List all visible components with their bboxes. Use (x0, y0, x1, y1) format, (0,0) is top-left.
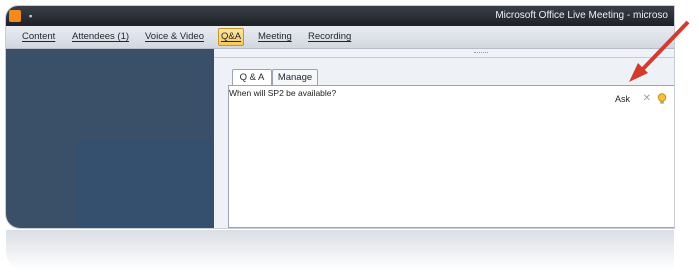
tab-manage[interactable]: Manage (272, 69, 318, 86)
question-input[interactable]: When will SP2 be available? (229, 88, 336, 98)
screenshot-scene: ▪ Microsoft Office Live Meeting - micros… (0, 0, 699, 279)
ask-button[interactable]: Ask (615, 94, 630, 104)
live-meeting-window: ▪ Microsoft Office Live Meeting - micros… (6, 6, 674, 228)
menu-item-attendees[interactable]: Attendees (1) (70, 29, 131, 45)
menu-item-voice-video[interactable]: Voice & Video (143, 29, 206, 45)
content-pane-shade (76, 139, 214, 228)
menu-item-qa[interactable]: Q&A (218, 28, 245, 46)
content-pane (6, 49, 214, 228)
pane-splitter-handle[interactable] (474, 52, 488, 55)
menu-bar: Content Attendees (1) Voice & Video Q&A … (6, 26, 674, 49)
close-icon[interactable]: ✕ (643, 93, 651, 104)
pane-divider (214, 57, 674, 58)
live-meeting-logo-icon[interactable] (9, 10, 21, 22)
menu-item-content[interactable]: Content (20, 29, 57, 45)
qa-panel: When will SP2 be available? Ask ✕ (228, 85, 674, 228)
system-menu-icon[interactable]: ▪ (29, 12, 32, 21)
window-title: Microsoft Office Live Meeting - microso (495, 10, 668, 21)
qa-pane: Q & A Manage When will SP2 be available?… (214, 49, 674, 228)
menu-item-recording[interactable]: Recording (306, 29, 353, 45)
lightbulb-icon[interactable] (657, 92, 667, 110)
menu-item-meeting[interactable]: Meeting (256, 29, 294, 45)
window-reflection (6, 230, 674, 270)
title-bar: ▪ Microsoft Office Live Meeting - micros… (6, 6, 674, 26)
